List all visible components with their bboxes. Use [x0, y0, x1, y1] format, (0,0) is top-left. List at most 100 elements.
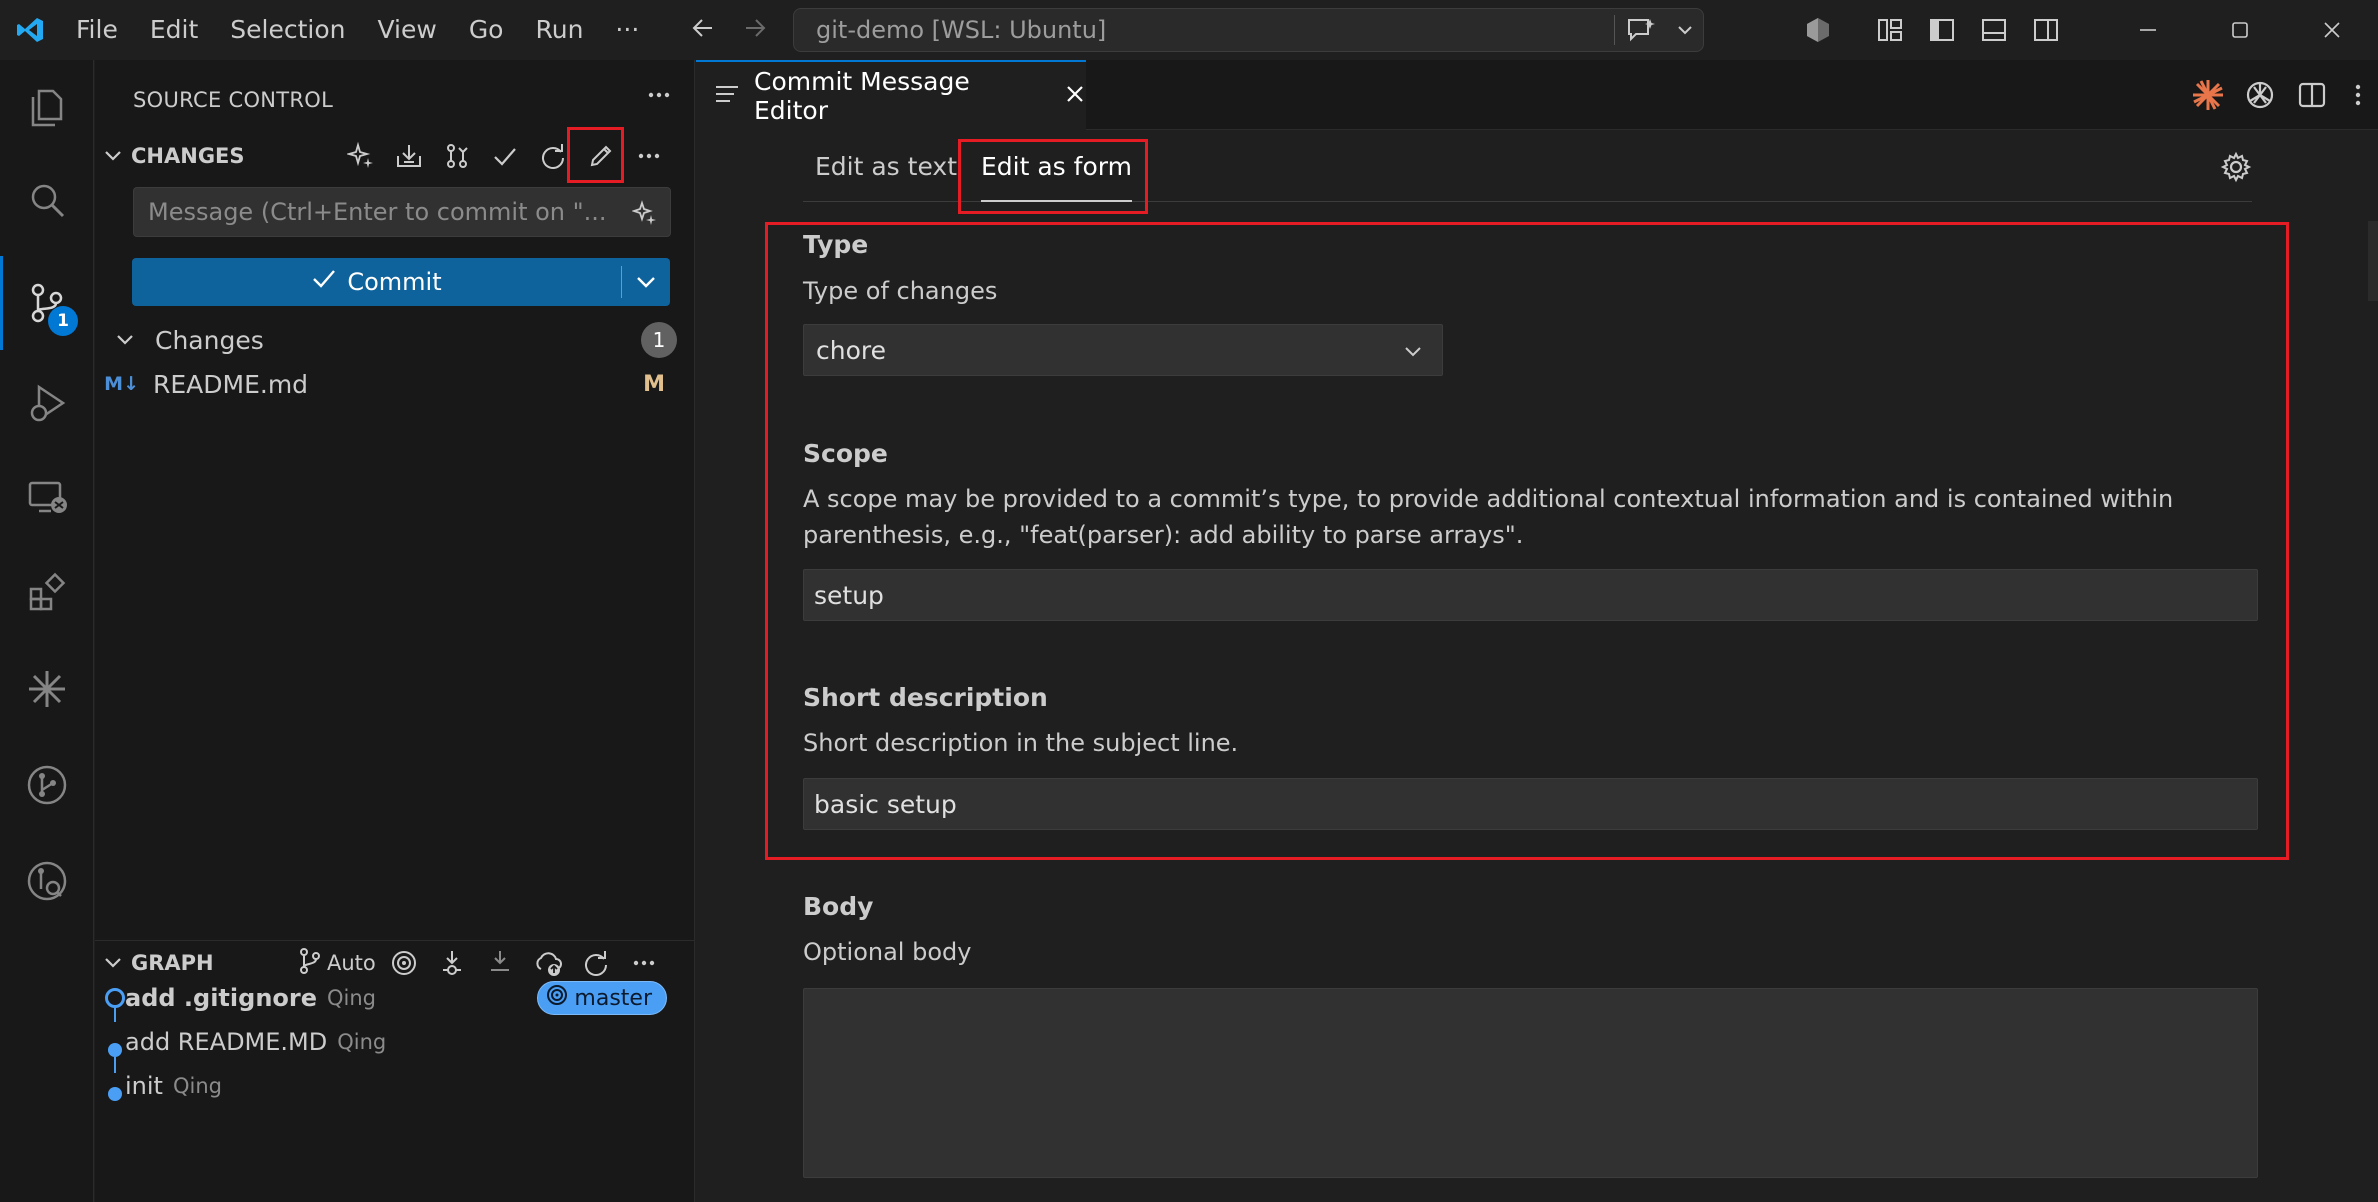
markdown-file-icon: M↓: [104, 373, 139, 395]
commit-message-input[interactable]: Message (Ctrl+Enter to commit on "...: [133, 187, 671, 237]
title-right-controls: [1792, 0, 2378, 60]
menu-bar: File Edit Selection View Go Run ···: [60, 0, 655, 60]
run-and-debug-icon[interactable]: [0, 356, 94, 450]
changes-group-row[interactable]: Changes 1: [95, 318, 695, 362]
commit-message: add README.MD: [125, 1028, 328, 1056]
generate-message-sparkle-icon[interactable]: [337, 136, 385, 176]
more-actions-icon[interactable]: [646, 82, 672, 112]
body-label: Body: [803, 892, 874, 921]
menu-go[interactable]: Go: [453, 0, 520, 60]
git-graph-icon[interactable]: [0, 738, 94, 832]
body-textarea[interactable]: [803, 988, 2258, 1178]
chevron-down-icon: [1402, 339, 1424, 368]
openai-icon[interactable]: [2234, 60, 2286, 130]
maximize-button[interactable]: [2194, 0, 2286, 60]
commit-button[interactable]: Commit: [132, 258, 670, 306]
open-commit-editor-pencil-icon[interactable]: [577, 136, 625, 176]
menu-lines-icon: [714, 83, 740, 109]
chevron-down-icon: [95, 957, 131, 969]
close-icon[interactable]: [1064, 83, 1086, 109]
toggle-primary-sidebar-icon[interactable]: [1916, 0, 1968, 60]
compare-changes-icon[interactable]: [433, 136, 481, 176]
graph-section-label: GRAPH: [131, 951, 214, 975]
chat-sparkle-icon[interactable]: [1615, 17, 1667, 43]
vscode-logo-icon: [0, 0, 60, 60]
sparkle-icon[interactable]: [631, 200, 658, 232]
type-select[interactable]: chore: [803, 324, 1443, 376]
menu-run[interactable]: Run: [519, 0, 599, 60]
commit-dropdown-button[interactable]: [622, 276, 670, 288]
graph-commit-row[interactable]: init Qing: [95, 1064, 695, 1108]
remote-explorer-icon[interactable]: [0, 450, 94, 544]
git-history-icon[interactable]: [0, 834, 94, 928]
split-editor-icon[interactable]: [2286, 60, 2338, 130]
gear-icon[interactable]: [2220, 151, 2252, 187]
more-actions-icon[interactable]: [625, 136, 673, 176]
graph-commit-row[interactable]: add README.MD Qing: [95, 1020, 695, 1064]
type-value: chore: [816, 335, 886, 365]
tab-edit-as-text[interactable]: Edit as text: [803, 131, 969, 202]
file-name: README.md: [153, 369, 309, 399]
search-icon[interactable]: [0, 154, 94, 248]
chevron-down-icon: [95, 334, 155, 346]
title-bar: File Edit Selection View Go Run ··· git-…: [0, 0, 2378, 60]
changes-count-badge: 1: [641, 322, 677, 358]
minimize-button[interactable]: [2102, 0, 2194, 60]
modified-status: M: [643, 371, 665, 397]
menu-file[interactable]: File: [60, 0, 134, 60]
accounts-hex-icon[interactable]: [1792, 0, 1844, 60]
close-window-button[interactable]: [2286, 0, 2378, 60]
activity-bar: 1: [0, 60, 94, 1202]
more-actions-icon[interactable]: [2338, 60, 2378, 130]
refresh-icon[interactable]: [529, 136, 577, 176]
commit-author: Qing: [337, 1030, 387, 1054]
command-center[interactable]: git-demo [WSL: Ubuntu]: [793, 8, 1704, 52]
ai-sparkle-icon[interactable]: [0, 642, 94, 736]
tab-edit-as-form[interactable]: Edit as form: [969, 131, 1144, 202]
scope-label: Scope: [803, 439, 888, 468]
commit-button-main[interactable]: Commit: [132, 268, 621, 296]
tab-commit-message-editor[interactable]: Commit Message Editor: [696, 60, 1086, 130]
type-description: Type of changes: [803, 277, 998, 305]
menu-more[interactable]: ···: [599, 0, 655, 60]
source-control-icon[interactable]: 1: [0, 256, 94, 350]
changes-group-label: Changes: [155, 325, 264, 355]
graph-commit-row[interactable]: add .gitignore Qing master: [95, 976, 695, 1020]
menu-selection[interactable]: Selection: [214, 0, 361, 60]
type-label: Type: [803, 230, 869, 259]
chevron-down-icon[interactable]: [1667, 25, 1703, 35]
file-row-readme[interactable]: M↓ README.md M: [95, 362, 695, 406]
commit-author: Qing: [327, 986, 377, 1010]
stash-icon[interactable]: [385, 136, 433, 176]
toggle-secondary-sidebar-icon[interactable]: [2020, 0, 2072, 60]
extensions-icon[interactable]: [0, 546, 94, 640]
commit-message: add .gitignore: [125, 984, 317, 1012]
edit-mode-tabs: Edit as text Edit as form: [803, 131, 2252, 202]
tab-title: Commit Message Editor: [754, 67, 970, 125]
changes-toolbar: [337, 136, 673, 176]
claude-sparkle-icon[interactable]: [2182, 60, 2234, 130]
command-center-text: git-demo [WSL: Ubuntu]: [816, 16, 1107, 44]
forward-arrow-icon[interactable]: [742, 15, 768, 45]
menu-edit[interactable]: Edit: [134, 0, 214, 60]
commit-message-editor: Edit as text Edit as form Type Type of c…: [696, 131, 2378, 1202]
menu-view[interactable]: View: [361, 0, 452, 60]
back-arrow-icon[interactable]: [690, 15, 716, 45]
body-description: Optional body: [803, 938, 972, 966]
target-icon: [546, 984, 568, 1012]
commit-check-icon[interactable]: [481, 136, 529, 176]
toggle-panel-icon[interactable]: [1968, 0, 2020, 60]
scrollbar[interactable]: [2368, 221, 2378, 301]
source-control-sidebar: SOURCE CONTROL CHANGES Message (Ctrl+Ent…: [95, 60, 695, 1202]
explorer-icon[interactable]: [0, 60, 94, 154]
layout-custom-icon[interactable]: [1864, 0, 1916, 60]
editor-actions: [2182, 60, 2378, 130]
short-description-input[interactable]: basic setup: [803, 778, 2258, 830]
branch-badge[interactable]: master: [537, 981, 667, 1015]
changes-section-label: CHANGES: [131, 144, 245, 168]
navigation: [690, 0, 768, 60]
commit-message: init: [125, 1072, 163, 1100]
commit-message-placeholder: Message (Ctrl+Enter to commit on "...: [148, 198, 607, 226]
scope-input[interactable]: setup: [803, 569, 2258, 621]
graph-auto-label: Auto: [327, 951, 376, 975]
